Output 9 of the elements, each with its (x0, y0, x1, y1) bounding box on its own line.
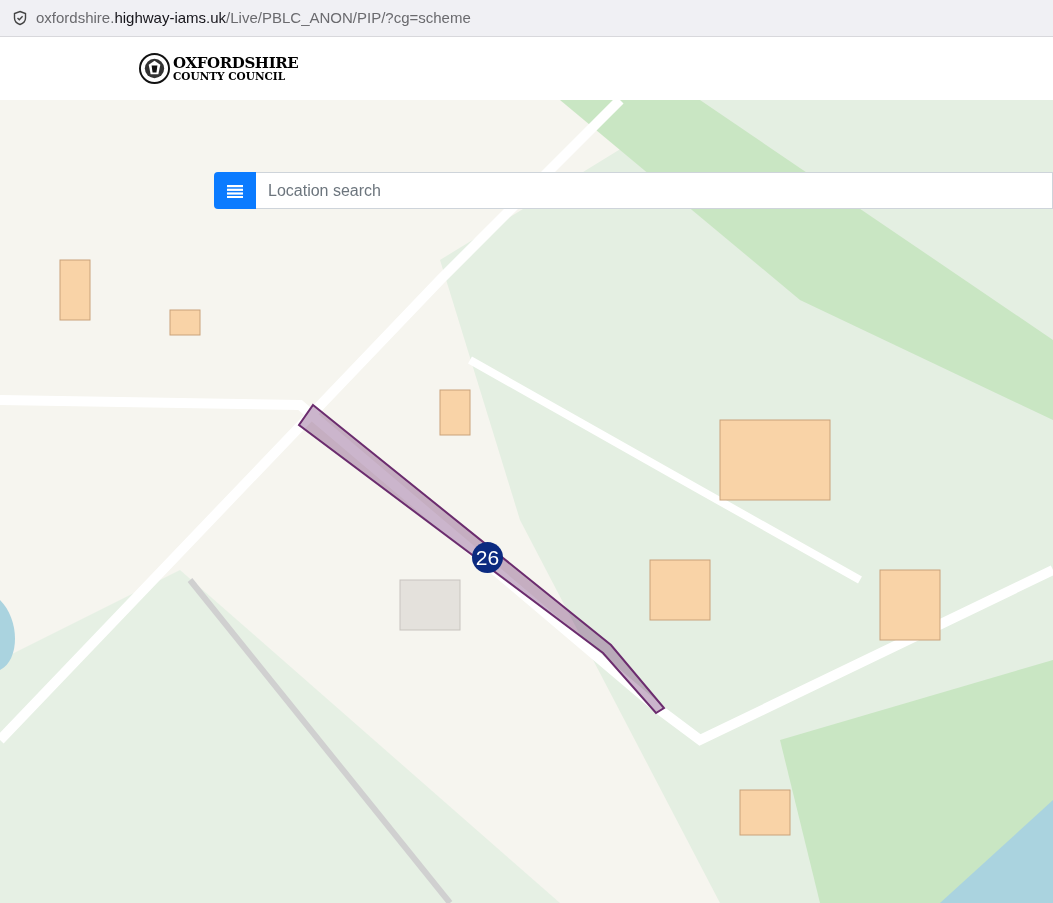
shield-icon (12, 10, 28, 26)
crest-icon (139, 53, 170, 84)
location-search-field[interactable]: Location search (256, 172, 1053, 209)
logo-title: OXFORDSHIRE (173, 55, 299, 71)
url-text[interactable]: oxfordshire.highway-iams.uk/Live/PBLC_ANON/PIP/?cg=scheme (36, 6, 471, 30)
menu-button[interactable] (214, 172, 256, 209)
logo-subtitle: COUNTY COUNCIL (173, 70, 287, 82)
road-scheme-outline[interactable] (297, 403, 666, 715)
menu-icon (227, 183, 243, 198)
